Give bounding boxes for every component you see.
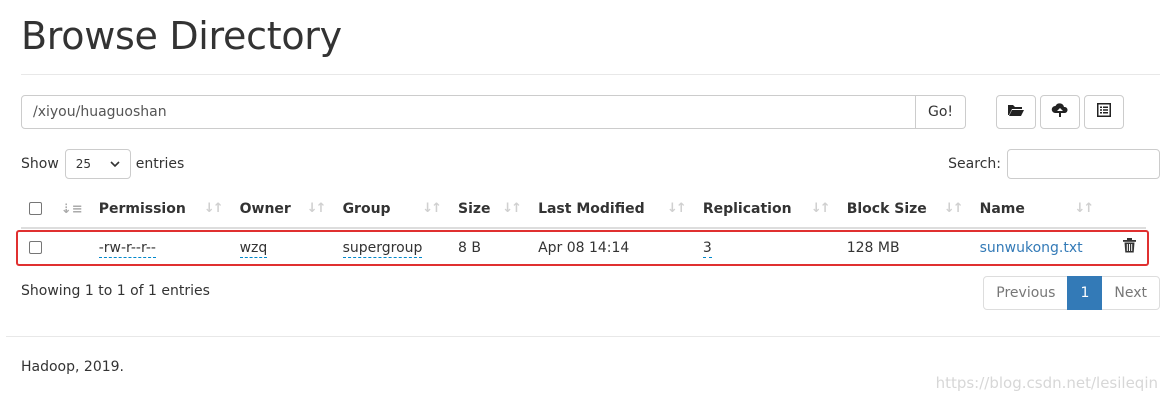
- replication-value[interactable]: 3: [702, 239, 712, 258]
- sort-icon: ↓↑: [667, 201, 687, 216]
- header-last-modified[interactable]: Last Modified ↓↑: [530, 190, 695, 229]
- sort-icon: ↓↑: [306, 201, 327, 216]
- previous-page-button[interactable]: Previous: [983, 276, 1069, 310]
- search-label: Search:: [948, 156, 1001, 172]
- select-all-header: [21, 190, 53, 229]
- owner-value[interactable]: wzq: [239, 239, 268, 258]
- table-header-row: ⇣≡ Permission ↓↑ Owner ↓↑ Group ↓↑ Size ↓↑ L…: [21, 190, 1146, 229]
- table-info: Showing 1 to 1 of 1 entries: [21, 283, 210, 299]
- search-control: Search:: [948, 149, 1160, 179]
- block-size-cell: 128 MB: [846, 239, 900, 256]
- header-actions: [1102, 190, 1146, 229]
- select-all-checkbox[interactable]: [29, 202, 42, 215]
- footer-text: Hadoop, 2019.: [21, 359, 124, 375]
- file-table: ⇣≡ Permission ↓↑ Owner ↓↑ Group ↓↑ Size ↓↑ L…: [21, 190, 1146, 266]
- page-length-select[interactable]: 25: [64, 149, 131, 179]
- file-name-link[interactable]: sunwukong.txt: [980, 240, 1083, 256]
- footer-divider: [6, 336, 1160, 337]
- watermark: https://blog.csdn.net/lesileqin: [935, 374, 1158, 392]
- chevron-down-icon: [110, 157, 120, 171]
- header-owner[interactable]: Owner ↓↑: [231, 190, 335, 229]
- replication-cell: 3: [695, 228, 839, 266]
- permission-cell: -rw-r--r--: [91, 228, 232, 266]
- trash-icon[interactable]: [1123, 238, 1136, 257]
- header-block-size[interactable]: Block Size ↓↑: [838, 190, 972, 229]
- header-group[interactable]: Group ↓↑: [334, 190, 450, 229]
- entries-label: entries: [135, 156, 185, 172]
- sort-icon: ↓↑: [1074, 201, 1094, 216]
- page-title: Browse Directory: [21, 14, 342, 58]
- pagination: Previous 1 Next: [983, 276, 1160, 310]
- next-page-button[interactable]: Next: [1101, 276, 1160, 310]
- upload-button[interactable]: [1040, 95, 1080, 129]
- header-name[interactable]: Name ↓↑: [971, 190, 1103, 229]
- header-size[interactable]: Size ↓↑: [449, 190, 531, 229]
- table-row: -rw-r--r-- wzq supergroup 8 B Apr 08 14:…: [21, 228, 1146, 266]
- row-checkbox[interactable]: [29, 241, 42, 254]
- name-cell: sunwukong.txt: [972, 228, 1103, 266]
- group-cell: supergroup: [335, 228, 450, 266]
- row-select-cell: [21, 228, 53, 266]
- page-length-control: Show 25 entries: [21, 149, 184, 179]
- size-cell: 8 B: [457, 239, 481, 256]
- sort-icon: ↓↑: [203, 201, 224, 216]
- search-input[interactable]: [1007, 149, 1160, 179]
- create-directory-button[interactable]: [996, 95, 1036, 129]
- path-input[interactable]: [21, 95, 916, 129]
- show-label: Show: [21, 156, 59, 172]
- go-button[interactable]: Go!: [916, 95, 966, 129]
- actions-cell: [1102, 228, 1146, 266]
- path-bar: Go!: [21, 95, 966, 129]
- page-1-button[interactable]: 1: [1067, 276, 1103, 310]
- group-value[interactable]: supergroup: [342, 239, 423, 258]
- header-permission[interactable]: Permission ↓↑: [90, 190, 232, 229]
- owner-cell: wzq: [232, 228, 335, 266]
- cloud-upload-icon: [1051, 102, 1069, 122]
- folder-open-icon: [1007, 103, 1025, 121]
- sort-icon: ↓↑: [810, 201, 831, 216]
- sort-icon: ↓↑: [502, 201, 522, 216]
- title-divider: [21, 74, 1160, 75]
- list-alt-icon: [1097, 103, 1111, 121]
- permission-value[interactable]: -rw-r--r--: [98, 239, 156, 258]
- sort-icon: ↓↑: [422, 201, 442, 216]
- sort-icon: ↓↑: [943, 201, 964, 216]
- last-modified-cell: Apr 08 14:14: [538, 239, 630, 256]
- sort-amount-icon: ⇣≡: [60, 201, 83, 217]
- sort-column-header[interactable]: ⇣≡: [52, 190, 91, 229]
- cut-paste-button[interactable]: [1084, 95, 1124, 129]
- page-length-value: 25: [75, 157, 92, 171]
- header-replication[interactable]: Replication ↓↑: [694, 190, 839, 229]
